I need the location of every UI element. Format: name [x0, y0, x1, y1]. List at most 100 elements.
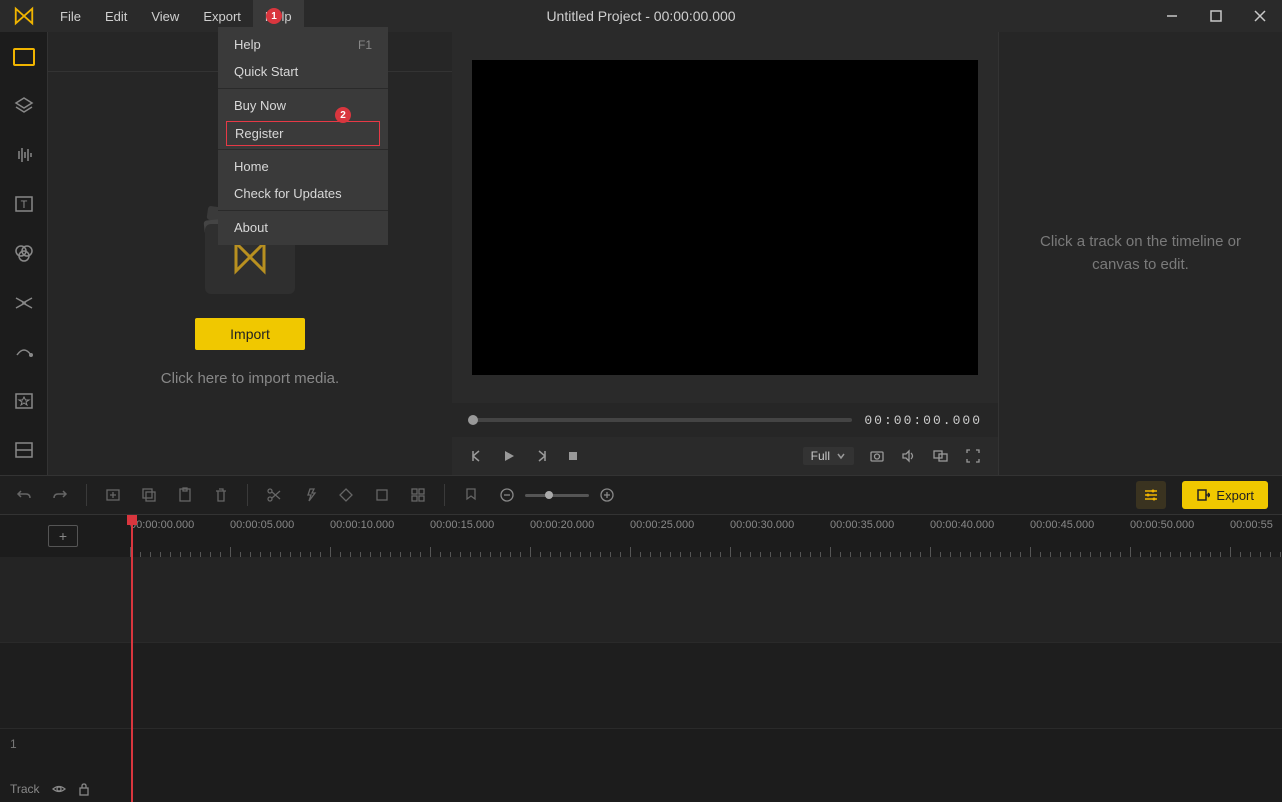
dropdown-home[interactable]: Home	[218, 153, 388, 180]
ruler-label: 00:00:05.000	[230, 519, 330, 535]
window-controls	[1150, 0, 1282, 32]
motion-icon	[13, 341, 35, 363]
tab-split[interactable]	[0, 426, 48, 475]
ruler-label: 00:00:30.000	[730, 519, 830, 535]
minimize-button[interactable]	[1150, 0, 1194, 32]
preview-scrubber: 00:00:00.000	[452, 403, 998, 437]
grid-button[interactable]	[408, 485, 428, 505]
quality-select[interactable]: Full	[803, 447, 854, 465]
layers-icon	[13, 95, 35, 117]
paste-button[interactable]	[175, 485, 195, 505]
tab-media[interactable]	[0, 32, 48, 81]
add-track-button[interactable]: +	[48, 525, 78, 547]
visibility-icon[interactable]	[52, 782, 66, 796]
properties-panel: Click a track on the timeline or canvas …	[998, 32, 1282, 475]
titlebar: File Edit View Export Help 1 Untitled Pr…	[0, 0, 1282, 32]
undo-button[interactable]	[14, 485, 34, 505]
split-icon	[13, 439, 35, 461]
redo-button[interactable]	[50, 485, 70, 505]
playhead-handle[interactable]	[127, 515, 137, 525]
separator	[247, 484, 248, 506]
track-number: 1	[10, 737, 17, 751]
crop-button[interactable]	[372, 485, 392, 505]
zoom-slider	[497, 485, 617, 505]
split-button[interactable]	[264, 485, 284, 505]
preview-panel: 00:00:00.000 Full	[452, 32, 998, 475]
tab-layers[interactable]	[0, 81, 48, 130]
dropdown-updates[interactable]: Check for Updates	[218, 180, 388, 207]
playhead[interactable]	[131, 515, 133, 802]
dropdown-shortcut: F1	[358, 38, 372, 52]
ruler-label: 00:00:00.000	[130, 519, 230, 535]
fullscreen-button[interactable]	[964, 447, 982, 465]
star-icon	[13, 390, 35, 412]
copy-button[interactable]	[139, 485, 159, 505]
ruler-label: 00:00:45.000	[1030, 519, 1130, 535]
dropdown-separator	[218, 210, 388, 211]
dropdown-buynow[interactable]: Buy Now	[218, 92, 388, 119]
play-button[interactable]	[500, 447, 518, 465]
add-clip-button[interactable]	[103, 485, 123, 505]
chevron-down-icon	[836, 451, 846, 461]
delete-button[interactable]	[211, 485, 231, 505]
export-icon	[1196, 488, 1210, 502]
dropdown-quickstart[interactable]: Quick Start	[218, 58, 388, 85]
main-area: T Import Import Click here to import med…	[0, 32, 1282, 475]
zoom-track[interactable]	[525, 494, 589, 497]
import-hint: Click here to import media.	[161, 370, 339, 387]
preview-canvas[interactable]	[472, 60, 978, 375]
dropdown-label: Buy Now	[234, 98, 286, 113]
menu-view[interactable]: View	[139, 0, 191, 32]
track-label: Track	[10, 782, 40, 796]
dropdown-help[interactable]: Help F1	[218, 31, 388, 58]
track-row[interactable]	[0, 643, 1282, 729]
zoom-out-button[interactable]	[497, 485, 517, 505]
dropdown-label: Home	[234, 159, 269, 174]
properties-hint: Click a track on the timeline or canvas …	[1019, 231, 1262, 276]
menu-file[interactable]: File	[48, 0, 93, 32]
import-button[interactable]: Import	[195, 318, 305, 350]
window-title: Untitled Project - 00:00:00.000	[546, 8, 735, 24]
zoom-thumb[interactable]	[545, 491, 553, 499]
preview-time: 00:00:00.000	[864, 413, 982, 428]
speed-button[interactable]	[300, 485, 320, 505]
tab-motion[interactable]	[0, 327, 48, 376]
separator	[86, 484, 87, 506]
side-tabs: T	[0, 32, 48, 475]
timeline-settings-button[interactable]	[1136, 481, 1166, 509]
lock-icon[interactable]	[78, 782, 90, 796]
track-area[interactable]: 1 Track	[0, 557, 1282, 802]
next-frame-button[interactable]	[532, 447, 550, 465]
badge-help: 1	[266, 8, 282, 24]
scrub-track[interactable]	[468, 418, 852, 422]
ruler-label: 00:00:25.000	[630, 519, 730, 535]
close-button[interactable]	[1238, 0, 1282, 32]
tab-filters[interactable]	[0, 229, 48, 278]
folder-icon	[13, 48, 35, 66]
separator	[444, 484, 445, 506]
marker-button[interactable]	[461, 485, 481, 505]
waveform-icon	[13, 144, 35, 166]
scrub-thumb[interactable]	[468, 415, 478, 425]
dropdown-label: Quick Start	[234, 64, 298, 79]
dropdown-about[interactable]: About	[218, 214, 388, 241]
track-row[interactable]	[0, 557, 1282, 643]
compare-button[interactable]	[932, 447, 950, 465]
stop-button[interactable]	[564, 447, 582, 465]
tab-audio[interactable]	[0, 130, 48, 179]
keyframe-button[interactable]	[336, 485, 356, 505]
ruler-labels: 00:00:00.000 00:00:05.000 00:00:10.000 0…	[130, 519, 1282, 535]
dropdown-register[interactable]: Register	[226, 121, 380, 146]
timeline-ruler[interactable]: + 00:00:00.000 00:00:05.000 00:00:10.000…	[0, 515, 1282, 557]
tab-transitions[interactable]	[0, 278, 48, 327]
prev-frame-button[interactable]	[468, 447, 486, 465]
snapshot-button[interactable]	[868, 447, 886, 465]
tab-text[interactable]: T	[0, 180, 48, 229]
menu-edit[interactable]: Edit	[93, 0, 139, 32]
tab-elements[interactable]	[0, 377, 48, 426]
export-label: Export	[1216, 488, 1254, 503]
export-button[interactable]: Export	[1182, 481, 1268, 509]
maximize-button[interactable]	[1194, 0, 1238, 32]
zoom-in-button[interactable]	[597, 485, 617, 505]
volume-button[interactable]	[900, 447, 918, 465]
